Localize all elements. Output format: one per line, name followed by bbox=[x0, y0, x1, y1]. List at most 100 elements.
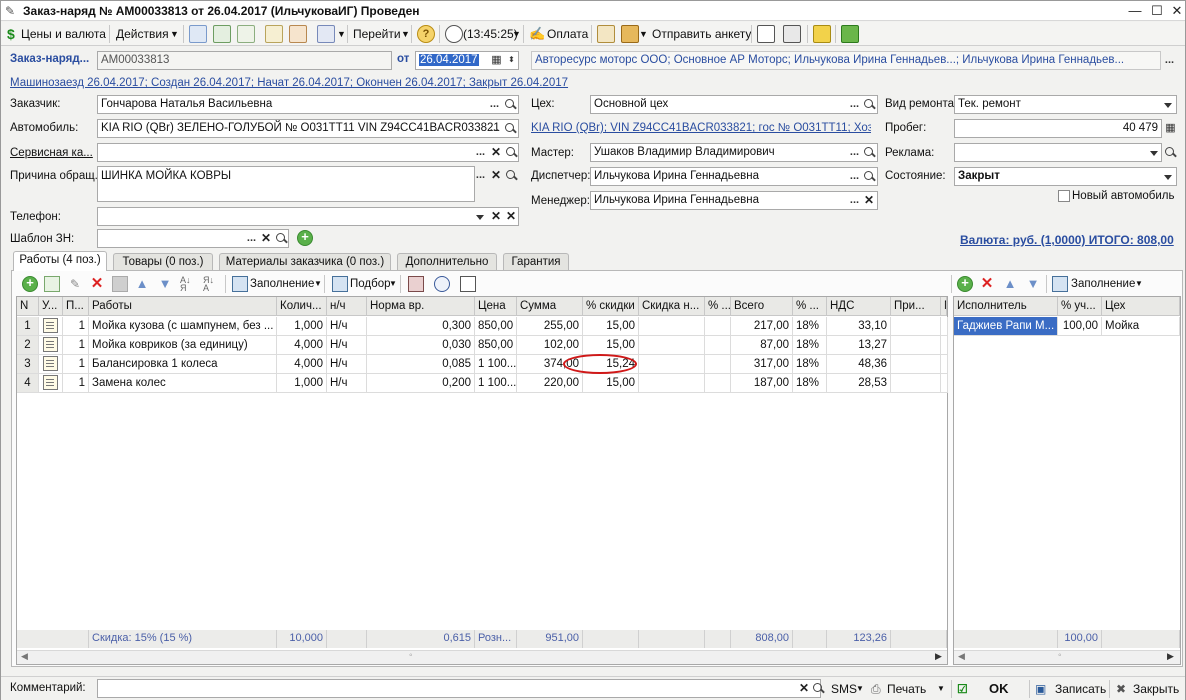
column-header[interactable]: НДС bbox=[827, 297, 891, 316]
table-cell[interactable]: 13,27 bbox=[827, 336, 891, 355]
row-edit-cell[interactable] bbox=[39, 336, 63, 355]
ok-button[interactable]: OK bbox=[989, 679, 1009, 699]
service-card-field[interactable] bbox=[97, 143, 519, 162]
table-cell[interactable]: 18% bbox=[793, 374, 827, 393]
template-choose-button[interactable]: ... bbox=[244, 230, 259, 247]
add-executor-icon[interactable] bbox=[957, 275, 973, 292]
list-icon[interactable] bbox=[783, 25, 801, 43]
back-icon[interactable] bbox=[189, 25, 207, 43]
column-header[interactable]: При... bbox=[891, 297, 941, 316]
total-link[interactable]: Валюта: руб. (1,0000) ИТОГО: 808,00 bbox=[960, 233, 1174, 247]
table-cell[interactable] bbox=[891, 355, 941, 374]
table-cell[interactable] bbox=[705, 355, 731, 374]
search-icon[interactable] bbox=[862, 168, 876, 185]
state-field[interactable]: Закрыт bbox=[954, 167, 1177, 186]
table-cell[interactable] bbox=[639, 317, 705, 336]
clear-icon[interactable]: ✕ bbox=[489, 167, 503, 184]
search-icon[interactable] bbox=[862, 144, 876, 161]
table-cell[interactable]: 850,00 bbox=[475, 336, 517, 355]
table-cell[interactable]: Н/ч bbox=[327, 355, 367, 374]
table-cell[interactable] bbox=[705, 317, 731, 336]
clear-icon[interactable]: ✕ bbox=[489, 208, 503, 225]
search-icon[interactable] bbox=[811, 680, 825, 697]
table-cell[interactable] bbox=[941, 317, 948, 336]
executor-fill-menu[interactable]: Заполнение bbox=[1071, 274, 1135, 294]
table-cell[interactable]: 220,00 bbox=[517, 374, 583, 393]
table-cell[interactable]: 18% bbox=[793, 317, 827, 336]
table-cell[interactable] bbox=[891, 374, 941, 393]
clear-icon[interactable]: ✕ bbox=[504, 208, 518, 225]
post-icon[interactable] bbox=[265, 25, 283, 43]
add-icon[interactable] bbox=[22, 275, 38, 292]
add-icon[interactable] bbox=[297, 229, 313, 246]
search-icon[interactable] bbox=[504, 167, 518, 184]
shop-field[interactable]: Основной цех bbox=[590, 95, 878, 114]
table-cell[interactable]: 1,000 bbox=[277, 317, 327, 336]
norms-icon[interactable] bbox=[408, 276, 424, 292]
arrow-down-icon[interactable]: ▼ bbox=[1025, 276, 1041, 292]
column-header[interactable]: N bbox=[17, 297, 39, 316]
scroll-thumb-grip[interactable]: ◦ bbox=[1058, 650, 1062, 661]
help-icon[interactable]: ? bbox=[417, 25, 435, 43]
table-cell[interactable]: 15,00 bbox=[583, 317, 639, 336]
column-header[interactable]: н/ч bbox=[327, 297, 367, 316]
column-header[interactable]: П... bbox=[63, 297, 89, 316]
table-cell[interactable]: Н/ч bbox=[327, 336, 367, 355]
table-cell[interactable] bbox=[941, 374, 948, 393]
organization-field[interactable]: Авторесурс моторс ООО; Основное АР Мотор… bbox=[531, 51, 1161, 70]
car-field[interactable]: KIA RIO (QBr) ЗЕЛЕНО-ГОЛУБОЙ № О031ТТ11 … bbox=[97, 119, 519, 138]
table-cell[interactable]: 317,00 bbox=[731, 355, 793, 374]
master-choose-button[interactable]: ... bbox=[847, 144, 862, 161]
tab-goods[interactable]: Товары (0 поз.) bbox=[113, 253, 213, 271]
scroll-left-icon[interactable]: ◀ bbox=[21, 651, 28, 662]
table-cell[interactable] bbox=[705, 374, 731, 393]
column-header[interactable]: У... bbox=[39, 297, 63, 316]
delete-executor-icon[interactable]: ✕ bbox=[979, 276, 995, 292]
executor-cell[interactable]: Гаджиев Рапи М... bbox=[954, 317, 1058, 336]
table-cell[interactable] bbox=[639, 374, 705, 393]
clear-icon[interactable]: ✕ bbox=[797, 680, 811, 697]
table-cell[interactable]: 102,00 bbox=[517, 336, 583, 355]
save-button[interactable]: Записать bbox=[1055, 679, 1106, 699]
search-icon[interactable] bbox=[503, 120, 517, 137]
column-header[interactable]: Мате bbox=[941, 297, 947, 316]
column-header[interactable]: % ... bbox=[705, 297, 731, 316]
table-cell[interactable]: 217,00 bbox=[731, 317, 793, 336]
tree-icon[interactable] bbox=[757, 25, 775, 43]
table-cell[interactable]: 28,53 bbox=[827, 374, 891, 393]
column-header[interactable]: % ... bbox=[793, 297, 827, 316]
spin-icon[interactable]: ⬍ bbox=[504, 52, 519, 69]
table-cell[interactable]: 18% bbox=[793, 336, 827, 355]
table-cell[interactable]: 4 bbox=[17, 374, 39, 393]
excel-icon[interactable] bbox=[841, 25, 859, 43]
horizontal-scrollbar[interactable]: ◀ ▶ ◦ bbox=[954, 650, 1180, 664]
refresh-icon[interactable] bbox=[213, 25, 231, 43]
actions-menu[interactable]: Действия bbox=[116, 24, 169, 44]
table-cell[interactable] bbox=[639, 355, 705, 374]
table-cell[interactable] bbox=[941, 355, 948, 374]
table-cell[interactable] bbox=[705, 336, 731, 355]
clear-icon[interactable]: ✕ bbox=[489, 144, 503, 161]
table-cell[interactable]: 1 bbox=[63, 374, 89, 393]
table-cell[interactable]: 33,10 bbox=[827, 317, 891, 336]
table-cell[interactable]: 1,000 bbox=[277, 374, 327, 393]
table-cell[interactable]: 3 bbox=[17, 355, 39, 374]
reason-field[interactable]: ШИНКА МОЙКА КОВРЫ bbox=[97, 166, 475, 202]
table-cell[interactable] bbox=[891, 336, 941, 355]
column-header[interactable]: Скидка н... bbox=[639, 297, 705, 316]
table-cell[interactable]: 1 bbox=[17, 317, 39, 336]
fill-menu[interactable]: Заполнение bbox=[250, 274, 314, 294]
arrow-down-icon[interactable]: ▼ bbox=[157, 276, 173, 292]
table-cell[interactable]: 2 bbox=[17, 336, 39, 355]
table-cell[interactable]: 1 100... bbox=[475, 355, 517, 374]
table-cell[interactable]: 1 bbox=[63, 336, 89, 355]
search-icon[interactable] bbox=[504, 144, 518, 161]
column-header[interactable]: Исполнитель bbox=[954, 297, 1058, 316]
table-cell[interactable]: 1 bbox=[63, 355, 89, 374]
table-cell[interactable]: 255,00 bbox=[517, 317, 583, 336]
search-icon[interactable] bbox=[274, 230, 288, 247]
row-edit-cell[interactable] bbox=[39, 355, 63, 374]
table-cell[interactable]: Н/ч bbox=[327, 374, 367, 393]
table-cell[interactable]: 187,00 bbox=[731, 374, 793, 393]
dispatcher-field[interactable]: Ильчукова Ирина Геннадьевна bbox=[590, 167, 878, 186]
